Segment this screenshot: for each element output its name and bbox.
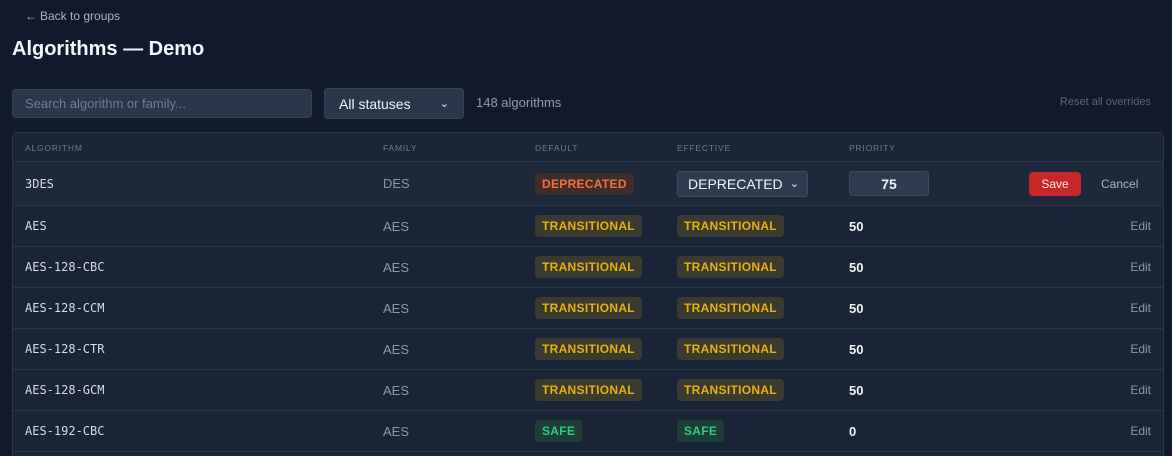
algorithm-name: AES-128-CTR xyxy=(25,342,105,356)
algorithm-name: 3DES xyxy=(25,176,54,191)
effective-status-badge: TRANSITIONAL xyxy=(677,379,784,401)
default-cell: TRANSITIONAL xyxy=(535,288,642,328)
default-cell: TRANSITIONAL xyxy=(535,247,642,287)
header-priority: PRIORITY xyxy=(849,143,896,153)
page-title: Algorithms — Demo xyxy=(12,38,205,60)
default-status-badge: SAFE xyxy=(535,420,583,442)
toolbar: All statuses ⌄ 148 algorithms Reset all … xyxy=(12,88,1152,119)
header-family: FAMILY xyxy=(383,143,418,153)
default-cell: TRANSITIONAL xyxy=(535,370,642,410)
priority-value: 50 xyxy=(849,300,864,316)
table-row: AES-128-CBC AES TRANSITIONAL TRANSITIONA… xyxy=(13,247,1163,288)
family-name: AES xyxy=(383,341,410,357)
status-filter-select[interactable]: All statuses ⌄ xyxy=(324,88,464,119)
priority-value: 50 xyxy=(849,341,864,357)
family-name: AES xyxy=(383,218,410,234)
priority-cell: 75 xyxy=(849,162,929,205)
edit-button[interactable]: Edit xyxy=(1130,206,1151,246)
family-name: AES xyxy=(383,423,410,439)
algorithm-name: AES xyxy=(25,219,47,233)
edit-button[interactable]: Edit xyxy=(1130,329,1151,369)
default-cell: DEPRECATED xyxy=(535,162,634,205)
algorithm-name: AES-192-CBC xyxy=(25,424,105,438)
effective-cell: TRANSITIONAL xyxy=(677,247,784,287)
family-name: AES xyxy=(383,382,410,398)
priority-value: 50 xyxy=(849,382,864,398)
effective-select-value: DEPRECATED xyxy=(688,175,783,192)
table-row: AES-128-GCM AES TRANSITIONAL TRANSITIONA… xyxy=(13,370,1163,411)
header-default: DEFAULT xyxy=(535,143,579,153)
family-name: DES xyxy=(383,176,410,191)
cancel-button[interactable]: Cancel xyxy=(1101,162,1138,205)
arrow-left-icon: ← xyxy=(25,9,37,23)
effective-status-badge: TRANSITIONAL xyxy=(677,297,784,319)
family-name: AES xyxy=(383,259,410,275)
table-row: AES-128-CCM AES TRANSITIONAL TRANSITIONA… xyxy=(13,288,1163,329)
edit-button[interactable]: Edit xyxy=(1130,247,1151,287)
priority-input[interactable]: 75 xyxy=(849,171,929,196)
save-button[interactable]: Save xyxy=(1029,172,1081,196)
priority-value: 0 xyxy=(849,423,857,439)
algorithm-name: AES-128-CCM xyxy=(25,301,105,315)
effective-status-badge: SAFE xyxy=(677,420,725,442)
default-status-badge: TRANSITIONAL xyxy=(535,338,642,360)
algorithm-name: AES-128-GCM xyxy=(25,383,105,397)
back-to-groups-link[interactable]: ← Back to groups xyxy=(25,9,120,23)
effective-status-badge: TRANSITIONAL xyxy=(677,338,784,360)
table-row: AES-128-CTR AES TRANSITIONAL TRANSITIONA… xyxy=(13,329,1163,370)
default-cell: TRANSITIONAL xyxy=(535,206,642,246)
header-algorithm: ALGORITHM xyxy=(25,143,83,153)
table-row: AES-192-CBC AES SAFE SAFE 0 Edit xyxy=(13,411,1163,452)
edit-button[interactable]: Edit xyxy=(1130,370,1151,410)
algorithm-count: 148 algorithms xyxy=(476,95,562,110)
effective-cell: DEPRECATED ⌄ xyxy=(677,162,808,205)
reset-overrides-button[interactable]: Reset all overrides xyxy=(1060,96,1151,108)
algorithms-table: ALGORITHM FAMILY DEFAULT EFFECTIVE PRIOR… xyxy=(12,132,1164,456)
algorithm-name: AES-128-CBC xyxy=(25,260,105,274)
table-row: AES AES TRANSITIONAL TRANSITIONAL 50 Edi… xyxy=(13,206,1163,247)
status-filter-value: All statuses xyxy=(339,95,411,112)
default-status-badge: TRANSITIONAL xyxy=(535,379,642,401)
family-name: AES xyxy=(383,300,410,316)
table-header: ALGORITHM FAMILY DEFAULT EFFECTIVE PRIOR… xyxy=(13,133,1163,162)
effective-status-badge: TRANSITIONAL xyxy=(677,256,784,278)
effective-cell: TRANSITIONAL xyxy=(677,206,784,246)
edit-button[interactable]: Edit xyxy=(1130,411,1151,451)
effective-status-badge: TRANSITIONAL xyxy=(677,215,784,237)
chevron-down-icon: ⌄ xyxy=(439,98,449,110)
chevron-down-icon: ⌄ xyxy=(789,178,799,190)
default-cell: TRANSITIONAL xyxy=(535,329,642,369)
default-cell: SAFE xyxy=(535,411,583,451)
edit-button[interactable]: Edit xyxy=(1130,288,1151,328)
table-row-editing: 3DES DES DEPRECATED DEPRECATED ⌄ 75 Save… xyxy=(13,162,1163,206)
priority-value: 50 xyxy=(849,259,864,275)
search-input[interactable] xyxy=(12,89,312,118)
effective-cell: TRANSITIONAL xyxy=(677,288,784,328)
effective-cell: TRANSITIONAL xyxy=(677,370,784,410)
header-effective: EFFECTIVE xyxy=(677,143,731,153)
default-status-badge: TRANSITIONAL xyxy=(535,256,642,278)
effective-cell: SAFE xyxy=(677,411,725,451)
default-status-badge: TRANSITIONAL xyxy=(535,297,642,319)
effective-cell: TRANSITIONAL xyxy=(677,329,784,369)
effective-status-select[interactable]: DEPRECATED ⌄ xyxy=(677,170,808,197)
default-status-badge: DEPRECATED xyxy=(535,172,634,195)
priority-value: 50 xyxy=(849,218,864,234)
back-link-label: Back to groups xyxy=(40,9,121,23)
default-status-badge: TRANSITIONAL xyxy=(535,215,642,237)
